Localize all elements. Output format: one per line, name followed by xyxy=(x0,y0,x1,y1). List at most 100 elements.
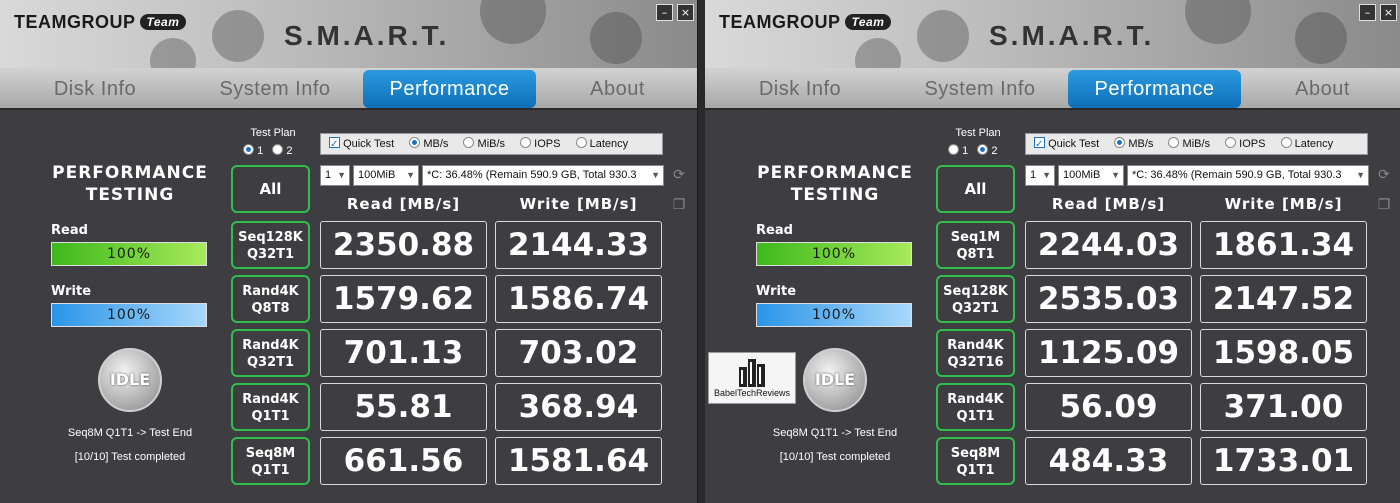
app-header: TEAMGROUP Team S.M.A.R.T. – × xyxy=(705,0,1400,68)
test-button-name: Rand4K xyxy=(242,338,299,353)
write-result-value: 2147.52 xyxy=(1200,275,1367,323)
drive-select[interactable]: *C: 36.48% (Remain 590.9 GB, Total 930.3… xyxy=(1127,165,1369,186)
idle-button[interactable]: IDLE xyxy=(98,348,162,412)
tab-about[interactable]: About xyxy=(1250,70,1395,108)
minimize-button[interactable]: – xyxy=(1359,4,1376,21)
tab-system-info[interactable]: System Info xyxy=(190,70,360,108)
unit-iops-label: IOPS xyxy=(534,138,561,150)
write-column-header: Write [MB/s] xyxy=(519,195,638,213)
refresh-icon[interactable]: ⟳ xyxy=(1375,166,1393,184)
test-size-select[interactable]: 100MiB ▼ xyxy=(353,165,419,186)
close-button[interactable]: × xyxy=(1380,4,1397,21)
tab-performance[interactable]: Performance xyxy=(363,70,536,108)
test-button-5[interactable]: Seq8M Q1T1 xyxy=(231,437,310,485)
test-button-3[interactable]: Rand4K Q32T1 xyxy=(231,329,310,377)
brand-text: TEAMGROUP xyxy=(719,12,841,32)
read-result-value: 56.09 xyxy=(1025,383,1192,431)
unit-radio-mbs[interactable] xyxy=(409,137,421,148)
test-button-4[interactable]: Rand4K Q1T1 xyxy=(231,383,310,431)
tab-disk-info[interactable]: Disk Info xyxy=(725,70,875,108)
building-icon xyxy=(739,359,765,387)
test-button-name: Rand4K xyxy=(947,392,1004,407)
tab-system-info[interactable]: System Info xyxy=(895,70,1065,108)
unit-radio-mibs[interactable] xyxy=(463,137,475,148)
test-button-queue: Q1T1 xyxy=(251,463,290,478)
refresh-icon[interactable]: ⟳ xyxy=(670,166,688,184)
brand-logo: TEAMGROUP Team xyxy=(14,12,187,33)
test-options-bar: Quick Test MB/s MiB/s IOPS Latency xyxy=(1025,133,1368,155)
plan-radio-2[interactable] xyxy=(977,144,989,155)
tab-bar: Disk Info System Info Performance About xyxy=(0,68,697,110)
read-result-value: 1579.62 xyxy=(320,275,487,323)
test-button-queue: Q8T1 xyxy=(956,247,995,262)
test-count-value: 1 xyxy=(1030,169,1037,181)
read-result-value: 55.81 xyxy=(320,383,487,431)
plan-radio-2-label: 2 xyxy=(286,145,293,157)
test-button-3[interactable]: Rand4K Q32T16 xyxy=(936,329,1015,377)
status-test-step: Seq8M Q1T1 -> Test End xyxy=(67,427,193,439)
test-button-5[interactable]: Seq8M Q1T1 xyxy=(936,437,1015,485)
test-button-name: Seq128K xyxy=(943,284,1008,299)
test-button-2[interactable]: Rand4K Q8T8 xyxy=(231,275,310,323)
watermark-text: BabelTechReviews xyxy=(713,388,791,398)
write-result-value: 2144.33 xyxy=(495,221,662,269)
decor-circle xyxy=(212,10,264,62)
tab-disk-info[interactable]: Disk Info xyxy=(20,70,170,108)
watermark-logo: BabelTechReviews xyxy=(708,352,796,404)
quick-test-checkbox[interactable] xyxy=(1034,135,1045,155)
plan-radio-2[interactable] xyxy=(272,144,284,155)
copy-icon[interactable]: ❐ xyxy=(1375,196,1393,214)
unit-radio-latency[interactable] xyxy=(1280,137,1292,148)
write-progress-bar: 100% xyxy=(756,303,912,327)
read-result-value: 2535.03 xyxy=(1025,275,1192,323)
copy-icon[interactable]: ❐ xyxy=(670,196,688,214)
read-progress-bar: 100% xyxy=(756,242,912,266)
plan-radio-1[interactable] xyxy=(948,144,959,155)
test-button-queue: Q32T1 xyxy=(951,301,1000,316)
decor-circle xyxy=(1295,12,1347,64)
chevron-down-icon: ▼ xyxy=(1111,170,1120,180)
test-count-select[interactable]: 1 ▼ xyxy=(320,165,350,186)
unit-latency-label: Latency xyxy=(589,138,629,150)
write-result-value: 1581.64 xyxy=(495,437,662,485)
plan-radio-1[interactable] xyxy=(243,144,254,155)
test-button-1[interactable]: Seq1M Q8T1 xyxy=(936,221,1015,269)
chevron-down-icon: ▼ xyxy=(651,170,660,180)
performance-testing-title: PERFORMANCE TESTING xyxy=(52,163,208,205)
unit-radio-iops[interactable] xyxy=(1225,137,1237,148)
unit-radio-latency[interactable] xyxy=(575,137,587,148)
chevron-down-icon: ▼ xyxy=(406,170,415,180)
unit-radio-mibs[interactable] xyxy=(1168,137,1180,148)
tab-about[interactable]: About xyxy=(545,70,690,108)
run-all-button[interactable]: All xyxy=(936,165,1015,213)
read-progress-bar: 100% xyxy=(51,242,207,266)
close-button[interactable]: × xyxy=(677,4,694,21)
write-progress-bar: 100% xyxy=(51,303,207,327)
status-test-progress: [10/10] Test completed xyxy=(74,451,186,463)
quick-test-checkbox[interactable] xyxy=(329,135,340,155)
test-button-queue: Q8T8 xyxy=(251,301,290,316)
decor-circle xyxy=(150,38,196,68)
idle-button[interactable]: IDLE xyxy=(803,348,867,412)
test-count-select[interactable]: 1 ▼ xyxy=(1025,165,1055,186)
test-button-4[interactable]: Rand4K Q1T1 xyxy=(936,383,1015,431)
write-column-header: Write [MB/s] xyxy=(1224,195,1343,213)
write-result-value: 371.00 xyxy=(1200,383,1367,431)
brand-logo: TEAMGROUP Team xyxy=(719,12,892,33)
test-plan-label: Test Plan xyxy=(955,127,1001,139)
run-all-button[interactable]: All xyxy=(231,165,310,213)
test-plan-label: Test Plan xyxy=(250,127,296,139)
minimize-button[interactable]: – xyxy=(656,4,673,21)
brand-text: TEAMGROUP xyxy=(14,12,136,32)
read-column-header: Read [MB/s] xyxy=(1051,195,1166,213)
test-button-1[interactable]: Seq128K Q32T1 xyxy=(231,221,310,269)
drive-value: *C: 36.48% (Remain 590.9 GB, Total 930.3 xyxy=(1132,169,1342,181)
test-size-select[interactable]: 100MiB ▼ xyxy=(1058,165,1124,186)
unit-radio-iops[interactable] xyxy=(520,137,532,148)
unit-radio-mbs[interactable] xyxy=(1114,137,1126,148)
tab-performance[interactable]: Performance xyxy=(1068,70,1241,108)
write-result-value: 1598.05 xyxy=(1200,329,1367,377)
status-test-progress: [10/10] Test completed xyxy=(779,451,891,463)
drive-select[interactable]: *C: 36.48% (Remain 590.9 GB, Total 930.3… xyxy=(422,165,664,186)
test-button-2[interactable]: Seq128K Q32T1 xyxy=(936,275,1015,323)
